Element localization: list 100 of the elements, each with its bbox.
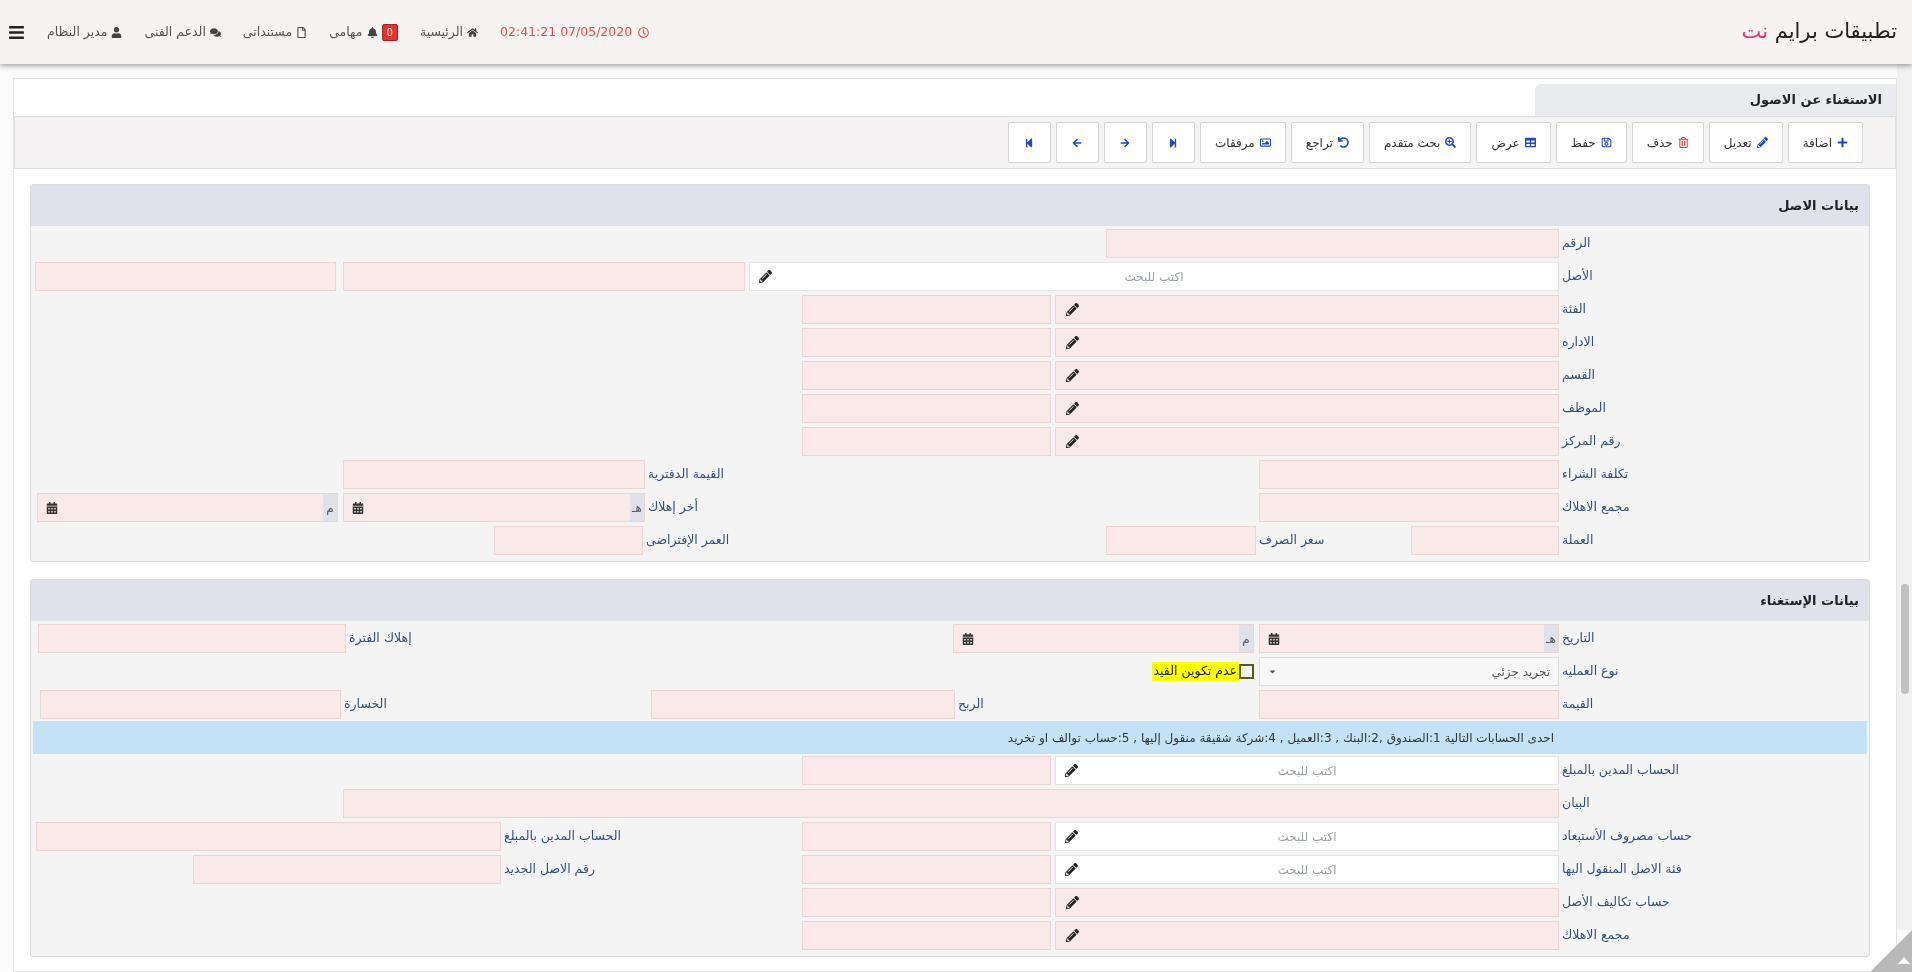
text-field[interactable]: [802, 295, 1051, 324]
toolbar-button[interactable]: حذف: [1631, 122, 1704, 163]
text-field[interactable]: [802, 888, 1051, 917]
text-field[interactable]: [343, 789, 1559, 818]
edit-icon[interactable]: [1065, 764, 1078, 777]
text-field[interactable]: [343, 460, 645, 489]
toolbar-button[interactable]: اضافة: [1787, 122, 1863, 163]
lookup-field[interactable]: [1055, 888, 1559, 917]
scroll-top-button[interactable]: [1870, 930, 1912, 972]
field-label: رقم الاصل الجديد: [504, 860, 595, 879]
nav-button[interactable]: [1056, 122, 1099, 163]
lookup-field[interactable]: [1055, 361, 1559, 390]
edit-icon[interactable]: [1065, 863, 1078, 876]
text-field[interactable]: [1259, 690, 1559, 719]
checkbox-label[interactable]: عدم تكوين القيد: [1151, 662, 1239, 681]
edit-icon[interactable]: [1066, 929, 1079, 942]
edit-icon[interactable]: [1066, 303, 1079, 316]
text-field[interactable]: [1106, 526, 1256, 555]
nav-button[interactable]: [1008, 122, 1051, 163]
trash-icon: [1677, 137, 1689, 148]
text-field[interactable]: [802, 328, 1051, 357]
text-field[interactable]: [36, 822, 501, 851]
text-field[interactable]: [802, 427, 1051, 456]
calendar-icon[interactable]: [962, 632, 974, 645]
search-field[interactable]: اكتب للبحث: [1055, 822, 1559, 851]
lookup-field[interactable]: [1055, 921, 1559, 950]
lookup-field[interactable]: [1055, 328, 1559, 357]
text-field[interactable]: [35, 262, 336, 291]
text-field[interactable]: [802, 361, 1051, 390]
lookup-field[interactable]: [1055, 295, 1559, 324]
file-icon: [296, 26, 308, 38]
menu-icon[interactable]: [8, 23, 25, 41]
text-field[interactable]: [802, 394, 1051, 423]
field-label: مجمع الاهلاك: [1562, 926, 1630, 945]
nav-button[interactable]: [1104, 122, 1147, 163]
field-label: الرقم: [1562, 234, 1591, 253]
lookup-field[interactable]: [1055, 394, 1559, 423]
date-field[interactable]: هـ: [343, 493, 645, 522]
app-logo[interactable]: تطبيقات برايم نت: [1741, 16, 1897, 48]
notification-badge: 0: [381, 23, 398, 41]
plus-icon: [1837, 137, 1848, 148]
nav-link[interactable]: مستنداتى: [242, 22, 293, 42]
toolbar-button[interactable]: بحث متقدم: [1368, 122, 1472, 163]
field-label: أخر إهلاك: [648, 498, 698, 517]
edit-icon[interactable]: [1066, 369, 1079, 382]
field-label: العمر الإفتراضى: [646, 531, 730, 550]
field-label: البيان: [1562, 794, 1590, 813]
edit-icon[interactable]: [1066, 336, 1079, 349]
edit-icon[interactable]: [759, 270, 772, 283]
search-icon: [1445, 137, 1457, 148]
toolbar-button[interactable]: مرفقات: [1200, 122, 1286, 163]
text-field[interactable]: [802, 921, 1051, 950]
bell-icon: [366, 26, 378, 38]
select-field[interactable]: تجريد جزئي: [1259, 657, 1559, 686]
search-field[interactable]: اكتب للبحث: [1055, 855, 1559, 884]
calendar-icon[interactable]: [46, 501, 58, 514]
lookup-field[interactable]: [1055, 427, 1559, 456]
text-field[interactable]: [40, 690, 341, 719]
toolbar-button[interactable]: تعديل: [1708, 122, 1783, 163]
nav-link[interactable]: مهامى: [329, 22, 363, 42]
field-label: تكلفة الشراء: [1562, 465, 1629, 484]
undo-icon: [1337, 137, 1349, 148]
field-label: الموظف: [1562, 399, 1606, 418]
text-field[interactable]: [38, 624, 346, 653]
field-label: الخسارة: [344, 695, 387, 714]
text-field[interactable]: [193, 855, 501, 884]
search-field[interactable]: اكتب للبحث: [1055, 756, 1559, 785]
field-label: الحساب المدين بالمبلغ: [1562, 761, 1679, 780]
edit-icon[interactable]: [1066, 402, 1079, 415]
nav-link[interactable]: مدير النظام: [47, 22, 108, 42]
nav-link[interactable]: الرئيسية: [419, 22, 463, 42]
text-field[interactable]: [343, 262, 745, 291]
edit-icon[interactable]: [1065, 830, 1078, 843]
page-tab[interactable]: الاستغناء عن الاصول: [1535, 84, 1896, 116]
edit-icon[interactable]: [1066, 896, 1079, 909]
toolbar-button[interactable]: عرض: [1476, 122, 1551, 163]
text-field[interactable]: [802, 822, 1051, 851]
calendar-icon[interactable]: [1268, 632, 1280, 645]
toolbar-button[interactable]: تراجع: [1290, 122, 1364, 163]
toolbar-button[interactable]: حفظ: [1555, 122, 1627, 163]
edit-icon[interactable]: [1066, 435, 1079, 448]
date-field[interactable]: م: [37, 493, 338, 522]
calendar-icon[interactable]: [352, 501, 364, 514]
date-field[interactable]: هـ: [1259, 624, 1559, 653]
text-field[interactable]: [1106, 229, 1559, 258]
arrow-left-icon: [1072, 137, 1083, 148]
text-field[interactable]: [494, 526, 643, 555]
arrow-right-icon: [1120, 137, 1131, 148]
text-field[interactable]: [802, 756, 1051, 785]
search-field[interactable]: اكتب للبحث: [749, 262, 1559, 291]
text-field[interactable]: [1259, 493, 1559, 522]
text-field[interactable]: [1411, 526, 1559, 555]
nav-button[interactable]: [1152, 122, 1195, 163]
text-field[interactable]: [1259, 460, 1559, 489]
text-field[interactable]: [802, 855, 1051, 884]
date-suffix: م: [323, 494, 337, 521]
field-label: الاداره: [1562, 333, 1595, 352]
nav-link[interactable]: الدعم الفنى: [144, 22, 206, 42]
text-field[interactable]: [651, 690, 955, 719]
date-field[interactable]: م: [953, 624, 1254, 653]
